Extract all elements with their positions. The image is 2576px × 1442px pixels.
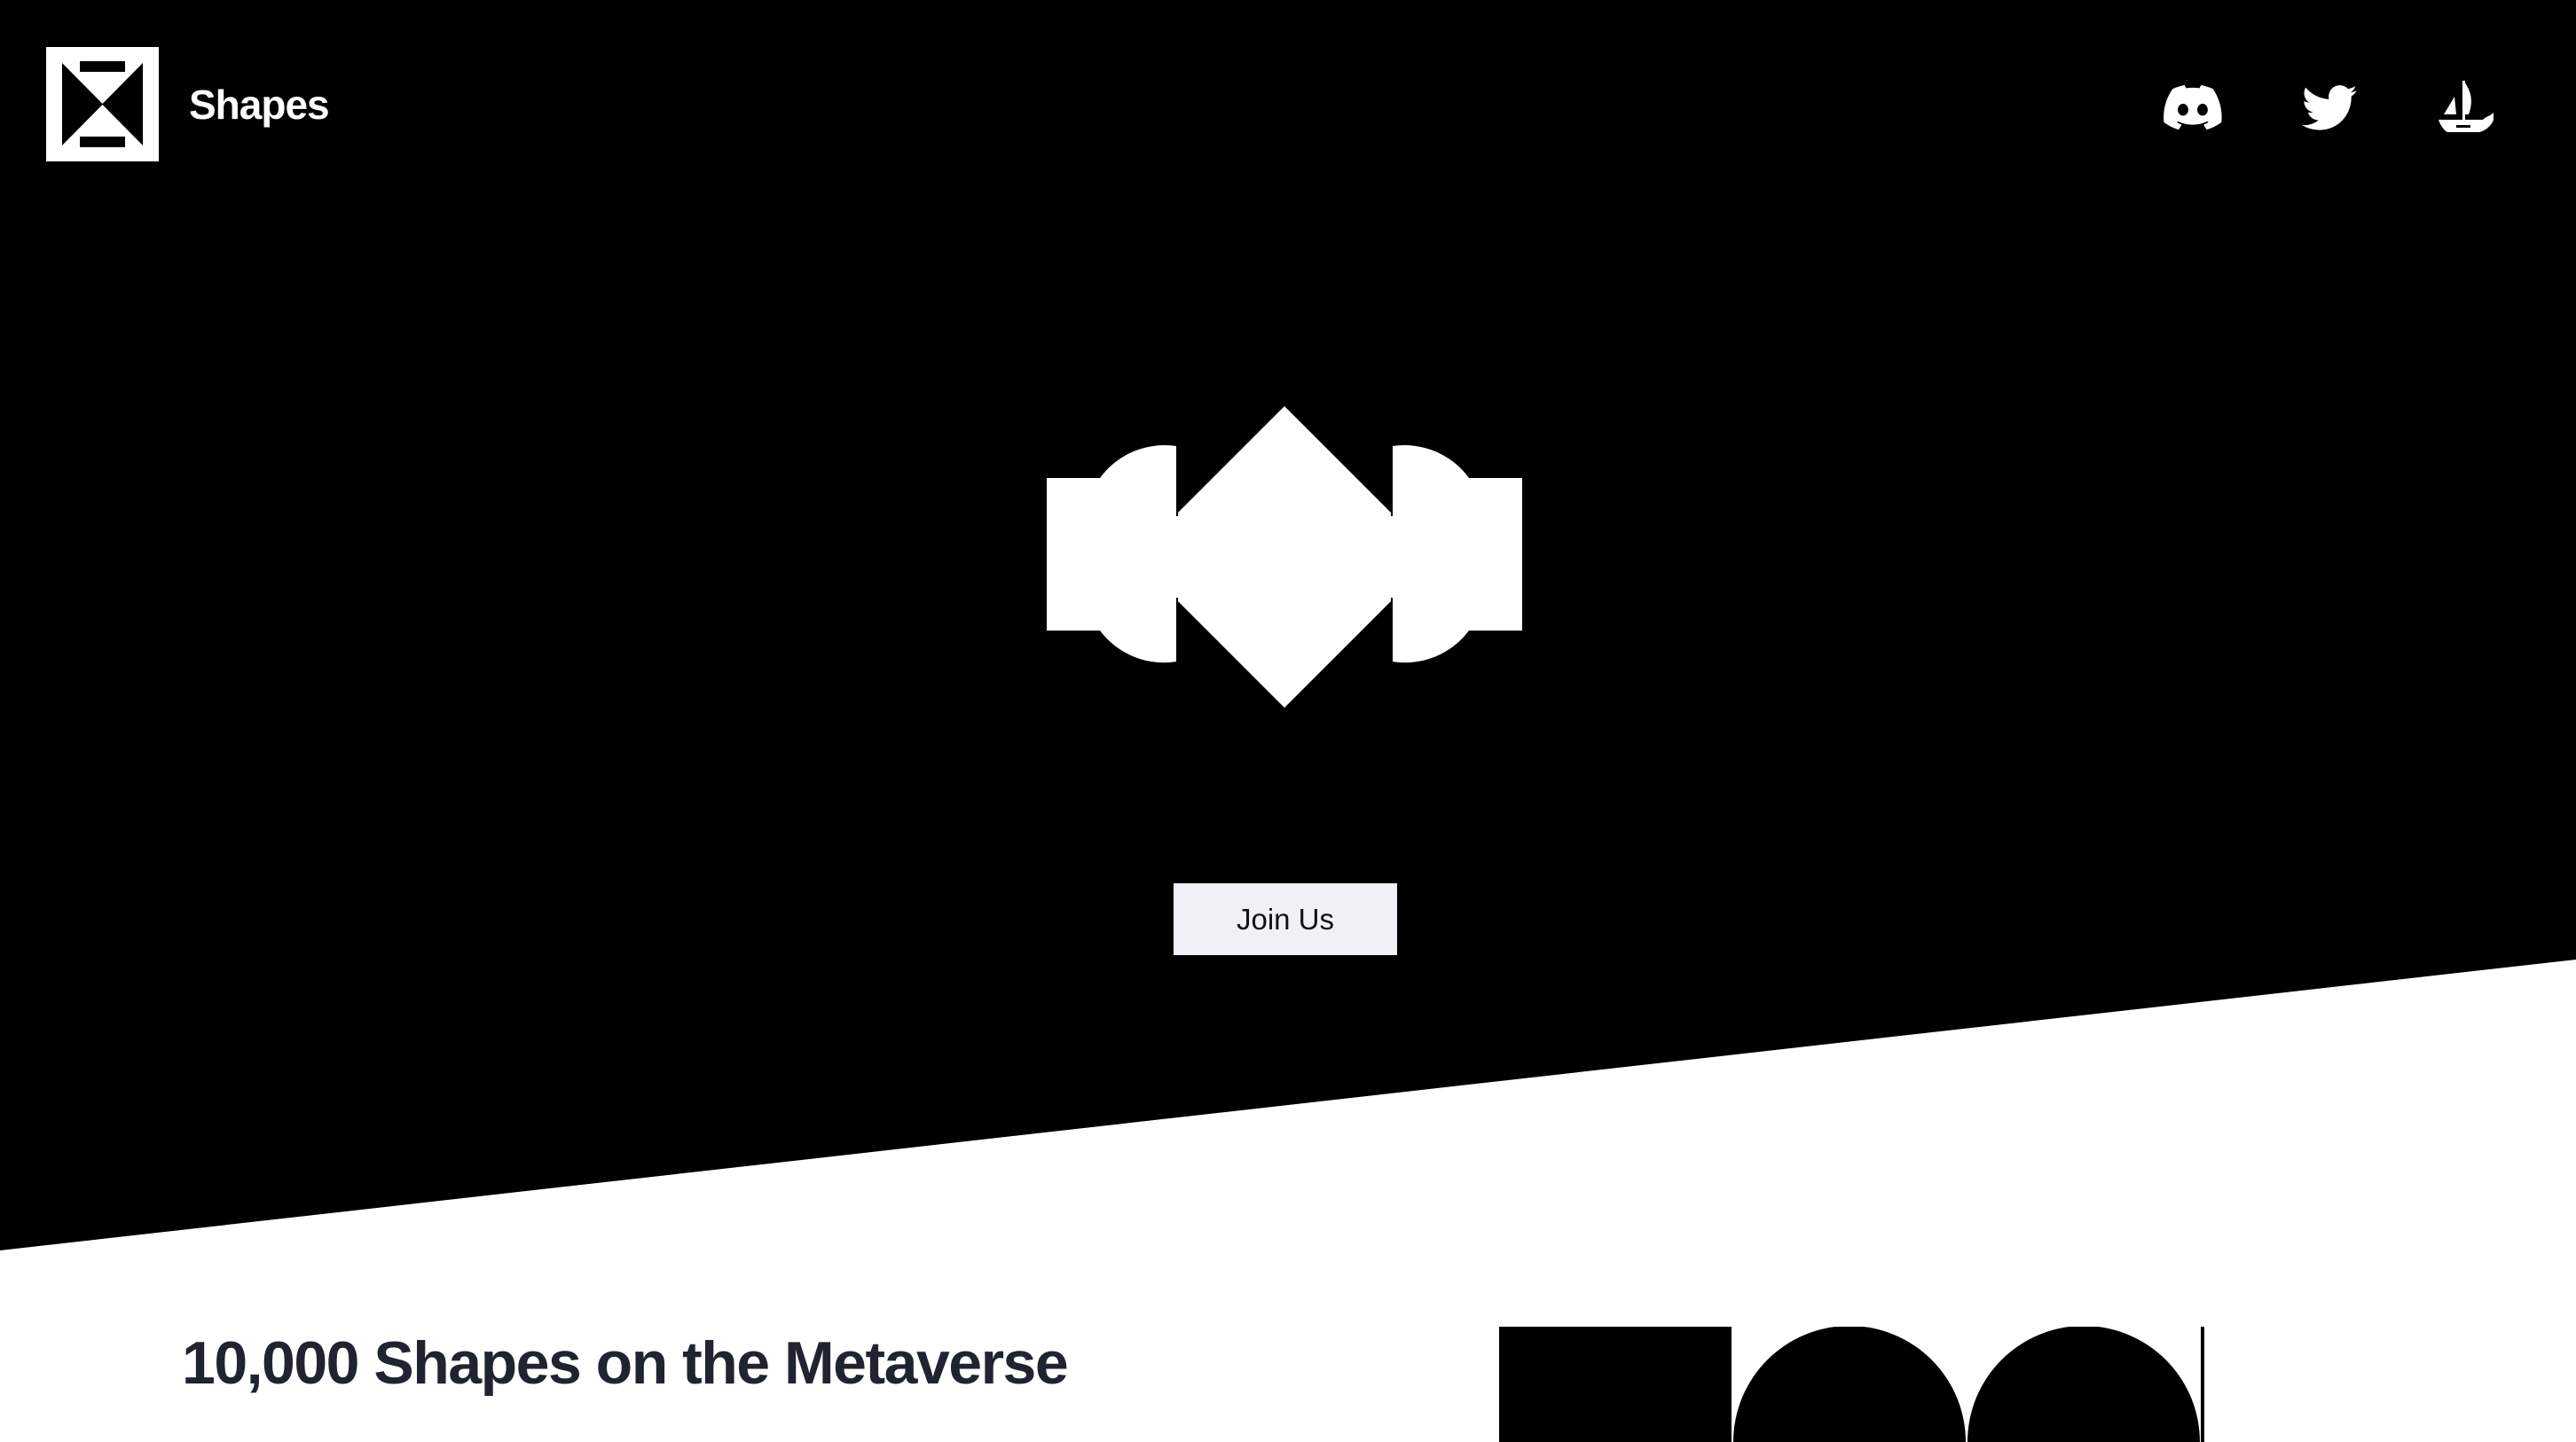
discord-link[interactable] — [2161, 78, 2225, 138]
join-us-button[interactable]: Join Us — [1174, 883, 1397, 955]
opensea-icon — [2439, 81, 2494, 132]
hero-shape-emblem — [1047, 406, 1522, 708]
opensea-link[interactable] — [2434, 78, 2498, 138]
hero-background — [0, 0, 2576, 1250]
section-title: 10,000 Shapes on the Metaverse — [182, 1329, 1069, 1397]
twitter-link[interactable] — [2297, 78, 2361, 138]
shapes-logo-icon — [46, 47, 159, 161]
brand-name: Shapes — [189, 81, 330, 128]
twitter-icon — [2302, 85, 2357, 130]
discord-icon — [2164, 85, 2222, 130]
brand[interactable]: Shapes — [46, 47, 330, 161]
shapes-decoration — [1499, 1327, 2204, 1442]
